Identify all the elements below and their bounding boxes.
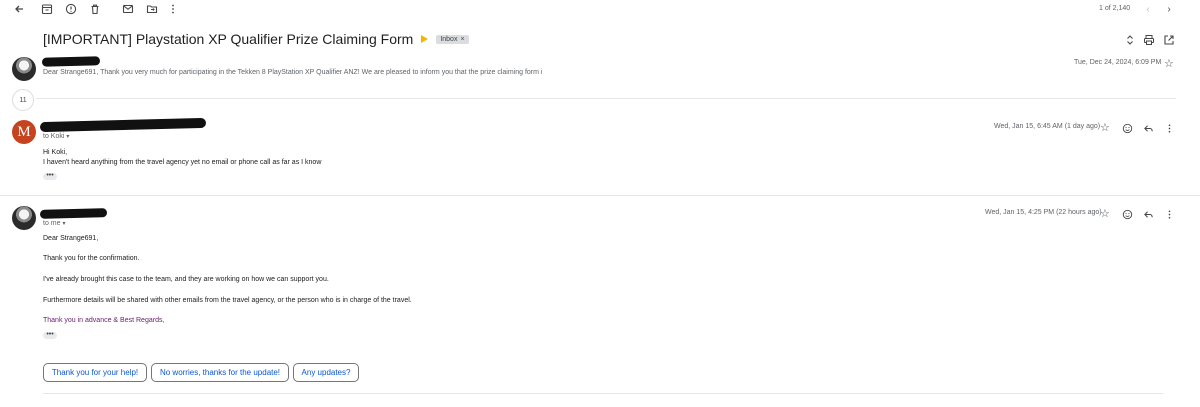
expand-all-icon[interactable] [1124, 33, 1136, 51]
recipient-text: to me [43, 220, 61, 227]
message-body-line: I've already brought this case to the te… [43, 276, 329, 283]
message-signoff: Thank you in advance & Best Regards, [43, 317, 165, 324]
more-vertical-icon[interactable] [1163, 122, 1175, 134]
reply-area-divider [43, 393, 1163, 394]
more-vertical-icon[interactable] [166, 2, 180, 16]
collapsed-messages-count[interactable]: 11 [12, 89, 34, 111]
recipient-line[interactable]: to me ▾ [43, 220, 66, 227]
mail-icon[interactable] [121, 2, 135, 16]
folder-move-icon[interactable] [145, 2, 159, 16]
message-divider [0, 195, 1200, 196]
message-timestamp: Tue, Dec 24, 2024, 6:09 PM [1074, 59, 1162, 66]
sender-avatar[interactable] [12, 57, 36, 81]
remove-label-icon[interactable]: × [460, 36, 464, 43]
star-icon[interactable]: ☆ [1100, 207, 1110, 220]
thread-subject: [IMPORTANT] Playstation XP Qualifier Pri… [43, 31, 414, 47]
show-trimmed-content-button[interactable]: ••• [43, 331, 57, 339]
recipient-line[interactable]: to Koki ▾ [43, 133, 69, 140]
chevron-left-icon[interactable]: ‹ [1141, 2, 1155, 16]
message-body-line: Hi Koki, [43, 149, 68, 156]
report-spam-icon[interactable] [64, 2, 78, 16]
page-count: 1 of 2,140 [1099, 5, 1131, 12]
message-timestamp: Wed, Jan 15, 4:25 PM (22 hours ago) [985, 209, 1102, 216]
chevron-down-icon[interactable]: ▾ [66, 134, 69, 140]
star-icon[interactable]: ☆ [1100, 121, 1110, 134]
sender-avatar[interactable]: M [12, 120, 36, 144]
trash-icon[interactable] [88, 2, 102, 16]
open-in-new-window-icon[interactable] [1163, 33, 1175, 51]
subject-row: [IMPORTANT] Playstation XP Qualifier Pri… [43, 28, 469, 50]
smart-reply-button[interactable]: Any updates? [293, 363, 359, 382]
collapsed-divider [36, 98, 1176, 99]
more-vertical-icon[interactable] [1163, 208, 1175, 220]
star-icon[interactable]: ☆ [1164, 57, 1174, 70]
important-marker-icon[interactable] [421, 35, 429, 43]
archive-icon[interactable] [40, 2, 54, 16]
chevron-down-icon[interactable]: ▾ [63, 221, 66, 227]
smart-reply-button[interactable]: No worries, thanks for the update! [151, 363, 289, 382]
emoji-reaction-icon[interactable] [1121, 208, 1133, 220]
chevron-right-icon[interactable]: › [1162, 2, 1176, 16]
print-icon[interactable] [1143, 33, 1155, 51]
thread-toolbar: 1 of 2,140 ‹ › [0, 0, 1200, 18]
sender-avatar[interactable] [12, 206, 36, 230]
message-body-line: I haven't heard anything from the travel… [43, 159, 322, 166]
message-body-line: Dear Strange691, [43, 235, 99, 242]
inbox-label-chip[interactable]: Inbox × [436, 34, 469, 44]
inbox-label-text: Inbox [440, 35, 458, 43]
arrow-left-icon[interactable] [12, 2, 26, 16]
message-timestamp: Wed, Jan 15, 6:45 AM (1 day ago) [994, 123, 1101, 130]
reply-icon[interactable] [1142, 122, 1154, 134]
message-body-line: Thank you for the confirmation. [43, 255, 140, 262]
recipient-text: to Koki [43, 133, 65, 140]
smart-reply-button[interactable]: Thank you for your help! [43, 363, 147, 382]
emoji-reaction-icon[interactable] [1121, 122, 1133, 134]
redacted-sender-name [41, 56, 101, 67]
message-body-line: Furthermore details will be shared with … [43, 297, 412, 304]
redacted-sender-name [39, 117, 207, 133]
show-trimmed-content-button[interactable]: ••• [43, 172, 57, 180]
redacted-sender-name [39, 208, 108, 219]
reply-icon[interactable] [1142, 208, 1154, 220]
message-snippet[interactable]: Dear Strange691, Thank you very much for… [43, 69, 542, 76]
